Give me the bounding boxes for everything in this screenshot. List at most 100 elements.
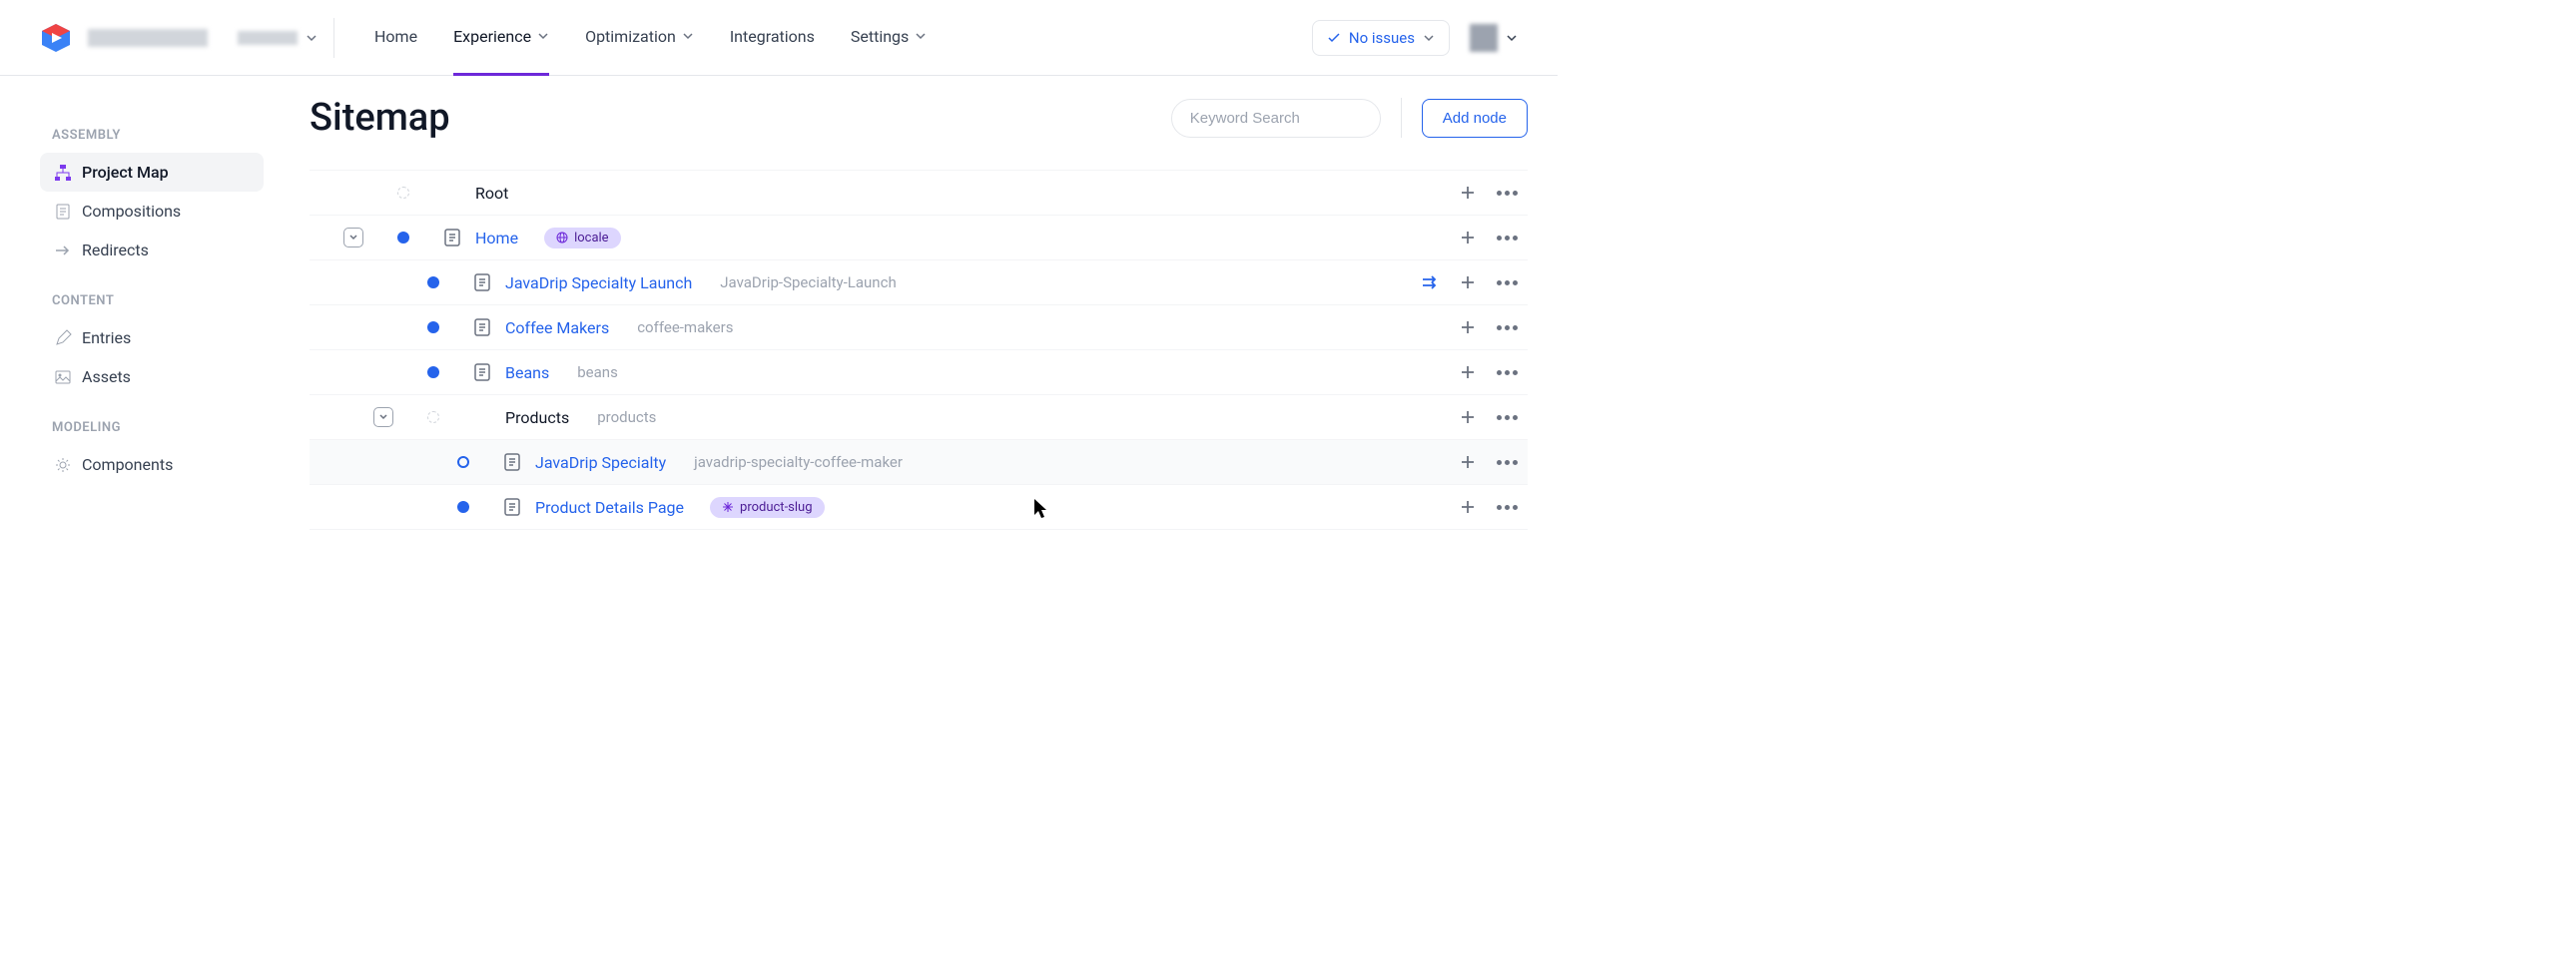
tree-row[interactable]: Root [310,171,1528,216]
logo-area [40,22,208,54]
more-menu[interactable] [1497,325,1518,330]
sidebar-item-assets[interactable]: Assets [40,357,264,396]
sidebar-item-label: Compositions [82,202,181,221]
nav-tab-integrations[interactable]: Integrations [730,0,815,76]
sidebar-item-label: Components [82,455,173,474]
topbar: Home Experience Optimization Integrations Se… [0,0,1558,76]
plus-icon[interactable] [1459,453,1477,471]
issues-button[interactable]: No issues [1312,20,1450,56]
node-label[interactable]: JavaDrip Specialty [535,453,666,472]
user-menu[interactable] [1470,24,1518,52]
sidebar-group-label: CONTENT [52,293,264,308]
more-menu[interactable] [1497,191,1518,196]
node-label[interactable]: Coffee Makers [505,318,609,337]
tree-row[interactable]: Beans beans [310,350,1528,395]
badge: locale [544,228,621,248]
more-menu[interactable] [1497,370,1518,375]
sidebar: ASSEMBLY Project Map Compositions Redirects… [0,76,280,530]
sidebar-item-components[interactable]: Components [40,445,264,484]
status-dot [427,321,439,333]
sidebar-item-entries[interactable]: Entries [40,318,264,357]
status-dot [427,366,439,378]
nav-tab-settings[interactable]: Settings [851,0,927,76]
tree-row[interactable]: JavaDrip Specialty javadrip-specialty-cof… [310,440,1528,485]
sidebar-item-compositions[interactable]: Compositions [40,192,264,231]
node-label[interactable]: Home [475,229,518,247]
divider [1401,98,1402,138]
chevron-down-icon [915,30,927,42]
project-name-blurred [238,31,298,45]
plus-icon[interactable] [1459,273,1477,291]
tree-row[interactable]: Home locale [310,216,1528,260]
redirect-icon[interactable] [1421,273,1439,291]
plus-icon[interactable] [1459,498,1477,516]
plus-icon[interactable] [1459,229,1477,246]
sidebar-item-redirects[interactable]: Redirects [40,231,264,269]
nav-tab-home[interactable]: Home [374,0,417,76]
status-dot [457,501,469,513]
sidebar-group-label: ASSEMBLY [52,128,264,143]
status-dot [397,232,409,244]
more-menu[interactable] [1497,505,1518,510]
topbar-right: No issues [1312,20,1518,56]
avatar [1470,24,1498,52]
sidebar-item-label: Entries [82,328,131,347]
node-slug: javadrip-specialty-coffee-maker [694,453,903,471]
main-content: Sitemap Add node RootHomelocaleJavaDrip … [280,76,1558,530]
document-icon [473,362,491,382]
node-slug: JavaDrip-Specialty-Launch [720,273,896,291]
chevron-down-icon [682,30,694,42]
node-label[interactable]: Beans [505,363,549,382]
badge: product-slug [710,497,824,518]
globe-icon [556,232,568,244]
nav-tab-label: Settings [851,27,909,46]
logo-icon[interactable] [40,22,72,54]
search-input[interactable] [1190,110,1389,127]
nav-tabs: Home Experience Optimization Integrations Se… [374,0,927,76]
issues-label: No issues [1349,29,1415,47]
badge-text: locale [574,231,609,245]
more-menu[interactable] [1497,415,1518,420]
tree-row[interactable]: Product Details Page product-slug [310,485,1528,530]
sidebar-group-label: MODELING [52,420,264,435]
collapse-toggle[interactable] [343,228,363,247]
node-slug: beans [577,363,618,381]
node-label[interactable]: Root [475,184,508,203]
more-menu[interactable] [1497,460,1518,465]
plus-icon[interactable] [1459,363,1477,381]
nav-tab-label: Optimization [585,27,676,46]
nav-tab-label: Experience [453,27,531,46]
tree-row[interactable]: Productsproducts [310,395,1528,440]
nav-tab-experience[interactable]: Experience [453,0,549,76]
document-icon [503,452,521,472]
nav-tab-optimization[interactable]: Optimization [585,0,694,76]
nav-tab-label: Integrations [730,27,815,46]
status-dot [397,187,409,199]
collapse-toggle[interactable] [373,407,393,427]
chevron-down-icon [1506,32,1518,44]
chevron-down-icon [306,32,318,44]
document-icon [443,228,461,247]
node-label[interactable]: Product Details Page [535,498,684,517]
document-icon [503,497,521,517]
tree-row[interactable]: Coffee Makers coffee-makers [310,305,1528,350]
node-label[interactable]: Products [505,408,569,427]
sidebar-item-project-map[interactable]: Project Map [40,153,264,192]
chevron-down-icon [1423,32,1435,44]
plus-icon[interactable] [1459,184,1477,202]
tree-row[interactable]: JavaDrip Specialty Launch JavaDrip-Specia… [310,260,1528,305]
status-dot [457,456,469,468]
badge-text: product-slug [740,500,812,515]
asterisk-icon [722,501,734,513]
project-selector[interactable] [238,18,334,58]
search-box[interactable] [1171,99,1381,138]
document-icon [473,272,491,292]
node-label[interactable]: JavaDrip Specialty Launch [505,273,692,292]
more-menu[interactable] [1497,236,1518,241]
more-menu[interactable] [1497,280,1518,285]
check-icon [1327,31,1341,45]
plus-icon[interactable] [1459,408,1477,426]
node-slug: coffee-makers [637,318,733,336]
add-node-button[interactable]: Add node [1422,99,1528,138]
plus-icon[interactable] [1459,318,1477,336]
